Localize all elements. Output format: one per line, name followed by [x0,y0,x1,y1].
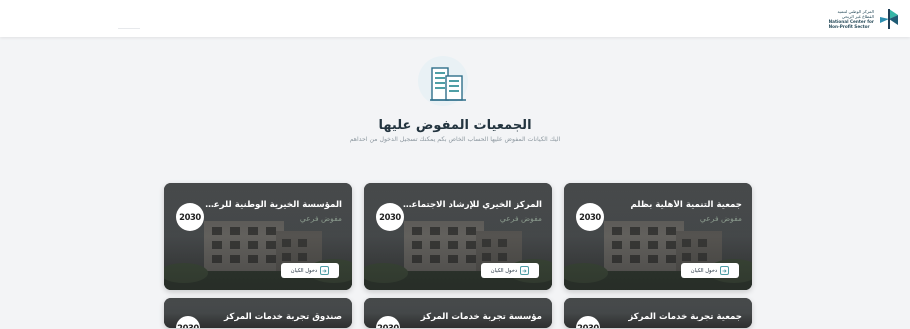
enter-entity-label: دخول الكيان [690,267,718,274]
page-subtitle: اليك الكيانات المفوض عليها الحساب الخاص … [349,136,561,143]
topbar-divider [118,28,140,29]
buildings-icon [430,67,466,101]
entity-name: جمعية تجربة خدمات المركز [628,312,742,322]
vision-2030-badge: 2030 [176,203,204,231]
enter-entity-label: دخول الكيان [490,267,518,274]
entity-card[interactable]: جمعية تجربة خدمات المركز 2030 [564,298,752,328]
logo-text: المركز الوطني لتنمية القطاع غير الربحي N… [829,9,874,29]
entity-card[interactable]: جمعية التنمية الأهلية بظلم مفوض فرعي 203… [564,183,752,290]
entity-card[interactable]: المؤسسة الخيرية الوطنية للرعا... مفوض فر… [164,183,352,290]
vision-2030-text: 2030 [379,212,401,222]
ncnp-logo[interactable]: المركز الوطني لتنمية القطاع غير الربحي N… [829,5,900,32]
entity-name: صندوق تجربة خدمات المركز [224,312,342,322]
vision-2030-badge: 2030 [576,203,604,231]
ncnp-logo-icon [880,8,898,29]
entity-role: مفوض فرعي [299,214,342,223]
entity-card[interactable]: مؤسسة تجربة خدمات المركز 2030 [364,298,552,328]
entity-name: المؤسسة الخيرية الوطنية للرعا... [202,200,342,210]
entity-name: جمعية التنمية الأهلية بظلم [630,200,742,210]
entity-name: المركز الخيري للإرشاد الاجتماعي... [402,200,542,210]
vision-2030-text: 2030 [179,212,201,222]
entity-role: مفوض فرعي [699,214,742,223]
entity-card[interactable]: المركز الخيري للإرشاد الاجتماعي... مفوض … [364,183,552,290]
logo-en-line2: Non-Profit Sector [828,23,870,29]
vision-2030-text: 2030 [177,323,199,328]
top-bar: المركز الوطني لتنمية القطاع غير الربحي N… [0,0,910,37]
entity-role: مفوض فرعي [499,214,542,223]
entity-card[interactable]: صندوق تجربة خدمات المركز 2030 [164,298,352,328]
enter-entity-label: دخول الكيان [290,267,318,274]
login-icon [520,266,530,275]
page-title: الجمعيات المفوض عليها [378,118,532,133]
vision-2030-text: 2030 [377,323,399,328]
enter-entity-button[interactable]: دخول الكيان [481,263,539,278]
entity-name: مؤسسة تجربة خدمات المركز [420,312,542,322]
enter-entity-button[interactable]: دخول الكيان [281,263,339,278]
vision-2030-text: 2030 [577,323,599,328]
vision-2030-badge: 2030 [376,203,404,231]
login-icon [720,266,730,275]
enter-entity-button[interactable]: دخول الكيان [681,263,739,278]
vision-2030-text: 2030 [579,212,601,222]
login-icon [320,266,330,275]
